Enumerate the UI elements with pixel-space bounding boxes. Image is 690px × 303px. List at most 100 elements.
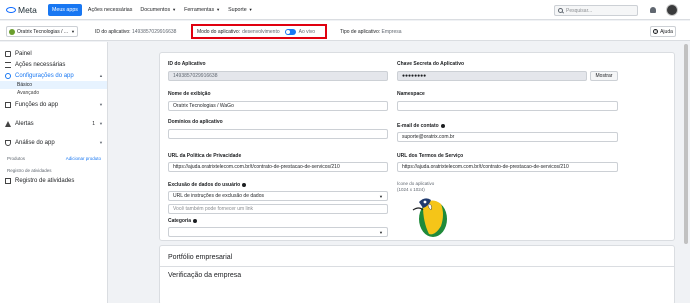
- grid-icon: [5, 50, 11, 57]
- nav-label: Documentos: [140, 6, 171, 13]
- sidebar-subitem-basic[interactable]: Básico: [0, 81, 107, 89]
- add-product-link[interactable]: Adicionar produto: [66, 156, 101, 161]
- app-mode-value: desenvolvimento: [242, 28, 280, 35]
- sidebar-item-dashboard[interactable]: Painel: [0, 48, 107, 59]
- nav-my-apps[interactable]: Meus apps: [48, 3, 82, 16]
- business-portfolio-heading: Portfólio empresarial: [168, 254, 233, 261]
- help-icon: ?: [653, 29, 659, 34]
- app-mode-label: Modo do aplicativo:: [197, 28, 241, 35]
- help-button[interactable]: ? Ajuda: [650, 26, 676, 37]
- privacy-url-input[interactable]: https://ajuda.oratrixtelecom.com.br/t/co…: [168, 162, 388, 172]
- sidebar-item-app-roles[interactable]: Funções do app ▼: [0, 99, 107, 110]
- data-deletion-select-value: URL de instruções de exclusão de dados: [173, 193, 264, 199]
- namespace-field-label: Namespace: [397, 91, 425, 97]
- nav-documents[interactable]: Documentos ▼: [136, 0, 180, 20]
- field-label-text: Categoria: [168, 218, 192, 224]
- namespace-input[interactable]: [397, 101, 618, 111]
- app-id-field-label: ID do Aplicativo: [168, 61, 206, 67]
- avatar[interactable]: [666, 4, 678, 16]
- app-header-bar: Oratrix Tecnologias / ... ▼ ID do aplica…: [0, 21, 690, 41]
- notifications-icon[interactable]: [648, 5, 658, 15]
- search-input[interactable]: Pesquisar...: [554, 5, 638, 16]
- contact-email-field-label: E-mail de contato: [397, 123, 445, 129]
- users-icon: [5, 101, 11, 108]
- nav-label: Ferramentas: [184, 6, 215, 13]
- sidebar-subitem-label: Básico: [17, 82, 33, 88]
- app-type-value: Empresa: [381, 29, 402, 35]
- nav-label: Suporte: [228, 6, 247, 13]
- field-label-text: E-mail de contato: [397, 123, 439, 129]
- app-id-value: 1493857029916638: [131, 29, 177, 35]
- app-id-label: ID do aplicativo:: [95, 29, 131, 35]
- app-id-display: ID do aplicativo: 1493857029916638: [95, 29, 176, 35]
- field-label: Exclusão de dados do usuário: [168, 182, 247, 188]
- app-icon-image[interactable]: [395, 192, 467, 240]
- chevron-down-icon: ▼: [172, 7, 177, 12]
- sidebar-item-app-settings[interactable]: Configurações do app ▲: [0, 70, 107, 81]
- nav-label: Meus apps: [52, 6, 78, 13]
- terms-url-input[interactable]: https://ajuda.oratrixtelecom.com.br/t/co…: [397, 162, 618, 172]
- data-deletion-select[interactable]: URL de instruções de exclusão de dados ▼: [168, 191, 388, 201]
- sidebar-item-label: Análise do app: [15, 139, 55, 146]
- data-deletion-field-label: Exclusão de dados do usuário: [168, 182, 247, 188]
- sidebar-item-alerts[interactable]: Alertas 1 ▼: [0, 118, 107, 129]
- data-deletion-url-input[interactable]: Você também pode fornecer um link: [168, 204, 388, 214]
- sidebar: Painel Ações necessárias Configurações d…: [0, 42, 108, 303]
- field-label: E-mail de contato: [397, 123, 445, 129]
- alerts-count-badge: 1: [92, 120, 95, 127]
- meta-infinity-icon: [6, 6, 16, 13]
- sidebar-subitem-advanced[interactable]: Avançado: [0, 89, 107, 97]
- app-domains-field-label: Domínios do aplicativo: [168, 119, 223, 125]
- info-icon[interactable]: [242, 183, 247, 187]
- sidebar-item-activity-log[interactable]: Registro de atividades: [0, 175, 107, 186]
- sidebar-item-label: Registro de atividades: [15, 177, 75, 184]
- chevron-down-icon: ▼: [99, 140, 103, 145]
- show-secret-button[interactable]: Mostrar: [590, 71, 618, 81]
- sidebar-item-label: Configurações do app: [15, 72, 74, 79]
- sidebar-item-label: Alertas: [15, 120, 34, 127]
- chevron-down-icon: ▼: [216, 7, 221, 12]
- display-name-input[interactable]: Oratrix Tecnologias / WaGo: [168, 101, 388, 111]
- field-label-text: Exclusão de dados do usuário: [168, 182, 241, 188]
- main-nav: Meus apps Ações necessárias Documentos ▼ …: [48, 0, 257, 20]
- list-icon: [5, 61, 11, 68]
- top-navigation-bar: Meta Meus apps Ações necessárias Documen…: [0, 0, 690, 20]
- nav-support[interactable]: Suporte ▼: [224, 0, 257, 20]
- sidebar-subitem-label: Avançado: [17, 90, 40, 96]
- field-label: Chave Secreta do Aplicativo: [397, 61, 465, 67]
- app-domains-input[interactable]: [168, 129, 388, 139]
- section-divider: [160, 266, 674, 267]
- meta-logo[interactable]: Meta: [6, 5, 48, 15]
- app-mode-toggle[interactable]: [284, 28, 296, 35]
- nav-label: Ações necessárias: [87, 6, 133, 13]
- scrollbar-thumb[interactable]: [684, 44, 688, 244]
- gear-icon: [5, 72, 11, 79]
- parrot-logo-icon: [412, 198, 447, 237]
- field-label: Nome de exibição: [168, 91, 211, 97]
- info-icon[interactable]: [193, 219, 198, 223]
- app-mode-box: Modo do aplicativo: desenvolvimento Ao v…: [191, 24, 327, 39]
- field-label: Domínios do aplicativo: [168, 119, 223, 125]
- nav-tools[interactable]: Ferramentas ▼: [180, 0, 224, 20]
- activity-log-section-label: Registro de atividades: [0, 166, 107, 175]
- contact-email-input[interactable]: suporte@oratrix.com.br: [397, 132, 618, 142]
- app-selector[interactable]: Oratrix Tecnologias / ... ▼: [6, 26, 78, 37]
- basic-settings-card: ID do Aplicativo 1493857029916638 Chave …: [159, 52, 675, 241]
- nav-required-actions[interactable]: Ações necessárias: [84, 0, 136, 20]
- meta-logo-text: Meta: [18, 4, 37, 15]
- business-card: Portfólio empresarial Verificação da emp…: [159, 245, 675, 303]
- app-type-display: Tipo de aplicativo: Empresa: [340, 29, 402, 35]
- field-label: Namespace: [397, 91, 425, 97]
- sidebar-item-required-actions[interactable]: Ações necessárias: [0, 59, 107, 70]
- products-header: Produtos Adicionar produto: [0, 153, 107, 163]
- privacy-url-field-label: URL da Política de Privacidade: [168, 153, 241, 159]
- main-content: ID do Aplicativo 1493857029916638 Chave …: [159, 52, 681, 303]
- sidebar-item-label: Ações necessárias: [15, 61, 66, 68]
- activity-log-small-label: Registro de atividades: [7, 168, 52, 173]
- category-select[interactable]: ▼: [168, 227, 388, 237]
- page-scrollbar[interactable]: [682, 42, 690, 303]
- info-icon[interactable]: [440, 124, 445, 128]
- app-secret-input: ●●●●●●●●: [397, 71, 587, 81]
- sidebar-item-app-analytics[interactable]: Análise do app ▼: [0, 137, 107, 148]
- chevron-down-icon: ▼: [99, 121, 103, 126]
